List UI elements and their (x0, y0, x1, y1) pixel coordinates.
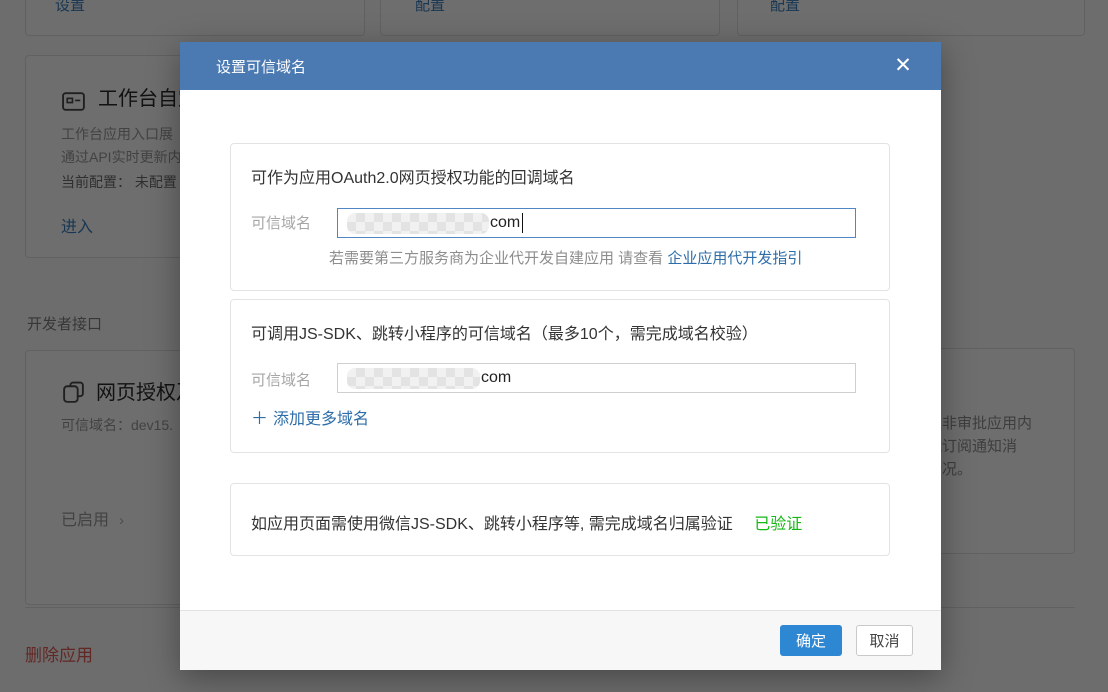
redacted-domain-blur (347, 213, 489, 234)
add-more-domain-link[interactable]: ＋ 添加更多域名 (251, 404, 369, 429)
cancel-button[interactable]: 取消 (856, 625, 913, 656)
jssdk-domain-value: com (481, 369, 511, 387)
add-more-domain-label: 添加更多域名 (273, 411, 369, 428)
verify-row: 如应用页面需使用微信JS-SDK、跳转小程序等, 需完成域名归属验证 已验证 (251, 510, 802, 534)
domain-verify-section: 如应用页面需使用微信JS-SDK、跳转小程序等, 需完成域名归属验证 已验证 (230, 483, 890, 556)
modal-title: 设置可信域名 (216, 56, 306, 77)
oauth-domain-section: 可作为应用OAuth2.0网页授权功能的回调域名 可信域名 com 若需要第三方… (230, 143, 890, 291)
jssdk-domain-section: 可调用JS-SDK、跳转小程序的可信域名（最多10个，需完成域名校验） 可信域名… (230, 299, 890, 453)
jssdk-section-title: 可调用JS-SDK、跳转小程序的可信域名（最多10个，需完成域名校验） (251, 320, 758, 344)
close-icon[interactable]: ✕ (889, 52, 917, 80)
oauth-domain-input[interactable]: com (337, 208, 856, 238)
jssdk-domain-input[interactable]: com (337, 363, 856, 393)
jssdk-domain-label: 可信域名 (251, 369, 311, 390)
oauth-section-title: 可作为应用OAuth2.0网页授权功能的回调域名 (251, 164, 575, 188)
oauth-domain-value: com (490, 214, 520, 232)
oauth-helper-text: 若需要第三方服务商为企业代开发自建应用 请查看 企业应用代开发指引 (329, 247, 802, 268)
verified-link[interactable]: 已验证 (754, 516, 802, 533)
modal-header: 设置可信域名 ✕ (180, 42, 941, 90)
helper-text: 若需要第三方服务商为企业代开发自建应用 请查看 (329, 250, 663, 267)
verify-text: 如应用页面需使用微信JS-SDK、跳转小程序等, 需完成域名归属验证 (251, 516, 733, 533)
text-cursor (522, 213, 523, 233)
trusted-domain-modal: 设置可信域名 ✕ 可作为应用OAuth2.0网页授权功能的回调域名 可信域名 c… (180, 42, 941, 670)
modal-footer: 确定 取消 (180, 610, 941, 670)
oauth-domain-label: 可信域名 (251, 212, 311, 233)
plus-icon: ＋ (251, 409, 268, 428)
redacted-domain-blur (347, 368, 480, 389)
dev-guide-link[interactable]: 企业应用代开发指引 (667, 250, 802, 267)
confirm-button[interactable]: 确定 (780, 625, 842, 656)
